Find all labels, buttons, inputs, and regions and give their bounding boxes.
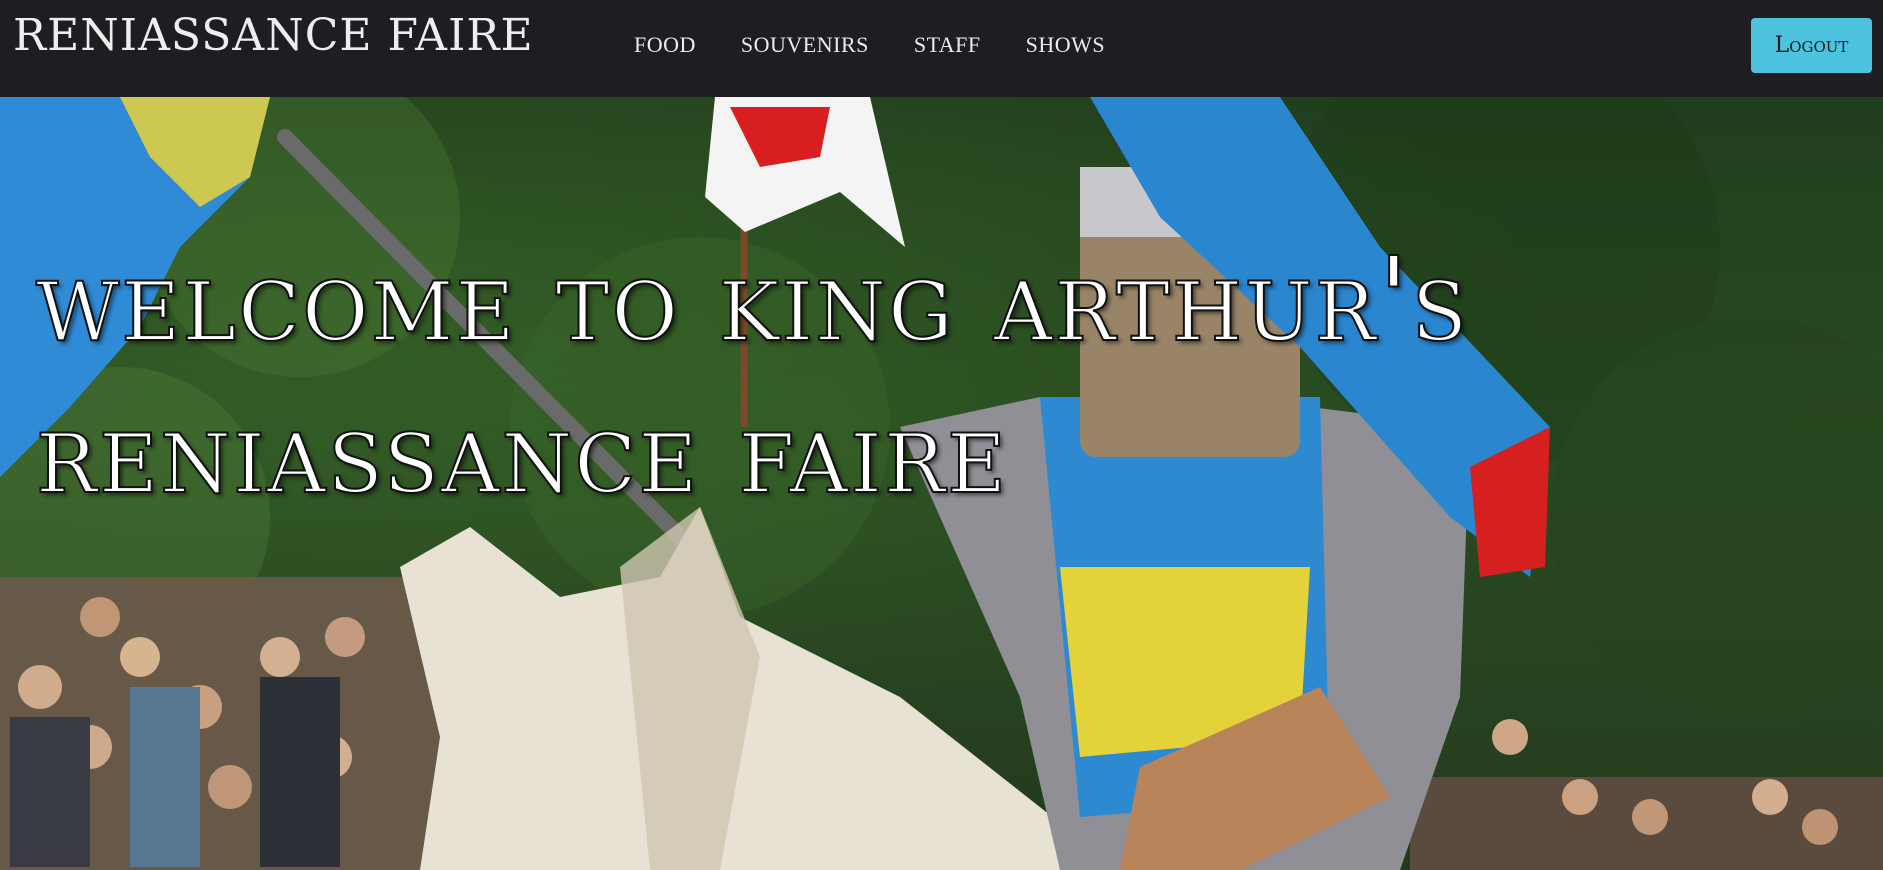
crowd-right <box>1410 719 1883 870</box>
nav-link-souvenirs[interactable]: SOUVENIRS <box>741 32 869 58</box>
crowd-left <box>0 577 470 870</box>
hero-title: Welcome to King Arthur's Reniassance Fai… <box>35 232 1470 521</box>
hero-banner: Welcome to King Arthur's Reniassance Fai… <box>0 97 1883 870</box>
brand-logo-link[interactable]: RENIASSANCE FAIRE <box>13 10 534 61</box>
nav-link-shows[interactable]: SHOWS <box>1026 32 1106 58</box>
top-navbar: RENIASSANCE FAIRE FOOD SOUVENIRS STAFF S… <box>0 0 1883 97</box>
nav-links: FOOD SOUVENIRS STAFF SHOWS <box>634 32 1150 58</box>
nav-link-food[interactable]: FOOD <box>634 32 696 58</box>
nav-link-staff[interactable]: STAFF <box>914 32 981 58</box>
logout-button[interactable]: Logout <box>1751 18 1872 73</box>
